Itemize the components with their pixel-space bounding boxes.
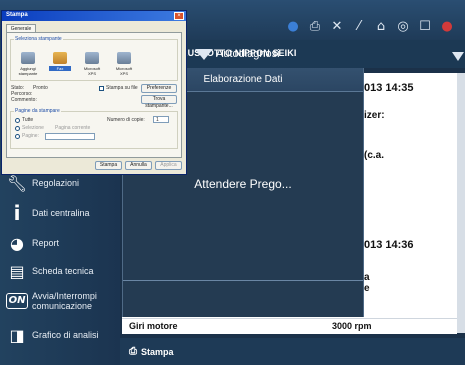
printer-item[interactable]: Microsoft XPS [113,52,135,78]
preferences-button[interactable]: Preferenze [141,84,177,93]
sidebar-item-report[interactable]: ◕ Report [6,228,118,258]
sidebar-item-dati-centralina[interactable]: i Dati centralina [6,198,118,228]
print-dialog: Stampa × Generale Seleziona stampante Ag… [1,10,187,175]
dialog-apply-button[interactable]: Applica [155,161,182,170]
window-icon[interactable]: ☐ [418,20,432,34]
chevron-down-icon [195,48,213,60]
printer-icon [53,52,67,64]
globe-icon[interactable]: ● [286,20,300,34]
printer-icon [117,52,131,64]
printer-item[interactable]: Microsoft XPS [81,52,103,78]
panel-line: a [364,272,370,283]
sidebar-item-label: Report [32,238,60,248]
copies-label: Numero di copie: [107,117,145,123]
sidebar-item-grafico[interactable]: ◨ Grafico di analisi [6,320,118,350]
scrollbar[interactable] [457,73,465,333]
dialog-body: Seleziona stampante Aggiungi stampante F… [6,32,182,158]
close-icon[interactable]: × [174,12,184,20]
printer-label: Microsoft XPS [115,66,133,76]
sidebar-item-comunicazione[interactable]: ON Avvia/Interrompi comunicazione [6,286,118,316]
print-button-label: Stampa [141,346,174,357]
printer-icon: ⎙ [129,346,137,357]
timestamp-start: 013 14:35 [364,82,414,94]
printer-icon [85,52,99,64]
tools-icon[interactable]: ✕ [330,20,344,34]
wait-message: Attendere Prego... [194,177,292,191]
sidebar-item-label: Regolazioni [32,178,80,188]
copies-value: 1 [156,117,159,123]
dialog-title: Stampa [6,12,28,18]
sidebar-item-label: Dati centralina [32,208,90,218]
radio-selection-label: Selezione [22,125,44,131]
panel-line: e [364,283,370,294]
status-value: Pronto [33,85,48,91]
wrench-icon: 🔧︎ [6,173,28,193]
dialog-cancel-button[interactable]: Annulla [125,161,152,170]
panel-line: izer: [364,110,385,121]
wand-icon[interactable]: ⁄ [352,20,366,34]
radio-pages[interactable] [15,134,20,139]
pages-group: Pagine da stampare Tutte Selezione Pagin… [10,108,178,149]
panel-line: (c.a. [364,150,385,161]
sidebar-item-label: Scheda tecnica [32,266,94,276]
row-key: Giri motore [129,321,178,331]
close-icon[interactable]: ● [440,20,454,34]
comment-label: Commento: [11,97,37,103]
find-printer-button[interactable]: Trova stampante... [141,95,177,109]
home-icon[interactable]: ⌂ [374,20,388,34]
copies-input[interactable]: 1 [153,116,169,123]
autodiagnosi-dropdown[interactable]: Autodiagnosi [195,48,280,60]
info-icon: i [13,201,21,225]
printer-icon [21,52,35,64]
radio-all-label: Tutte [22,117,34,123]
chevron-down-icon[interactable] [452,52,464,61]
document-icon: ▤ [9,261,25,281]
sidebar-item-label: Grafico di analisi [32,330,99,340]
print-button[interactable]: ⎙ Stampa [129,346,174,357]
report-icon: ◕ [10,233,24,253]
radio-selection[interactable] [15,126,20,131]
printer-icon[interactable]: ⎙ [308,20,322,34]
radio-current-label: Pagina corrente [55,125,91,131]
pages-input[interactable] [45,133,95,140]
on-icon: ON [6,290,28,312]
printer-label: Microsoft XPS [83,66,101,76]
camera-icon[interactable]: ◎ [396,20,410,34]
sidebar-item-scheda-tecnica[interactable]: ▤ Scheda tecnica [6,256,118,286]
printer-item[interactable]: Aggiungi stampante [17,52,39,78]
group-caption: Pagine da stampare [14,108,61,114]
group-caption: Seleziona stampante [14,36,63,42]
sidebar-item-label: Avvia/Interrompi comunicazione [32,291,97,311]
divider [123,280,363,281]
radio-all[interactable] [15,118,20,123]
autodiagnosi-label: Autodiagnosi [216,48,280,60]
print-to-file-checkbox[interactable] [99,86,104,91]
row-value: 3000 rpm [332,321,372,331]
on-badge: ON [6,293,28,309]
printer-item-selected[interactable]: Fax [49,52,71,78]
print-to-file-label: Stampa su file [106,85,138,91]
dialog-titlebar[interactable]: Stampa × [2,11,186,21]
bottom-bar: ⎙ Stampa [120,338,465,365]
timestamp-end: 013 14:36 [364,239,414,251]
table-row: Giri motore 3000 rpm [122,318,457,334]
printer-group: Seleziona stampante Aggiungi stampante F… [10,36,178,81]
printer-label: Fax [49,66,71,71]
chart-icon: ◨ [9,325,25,345]
printer-label: Aggiungi stampante [18,66,38,76]
dialog-print-button[interactable]: Stampa [95,161,122,170]
radio-pages-label: Pagine: [22,133,39,139]
